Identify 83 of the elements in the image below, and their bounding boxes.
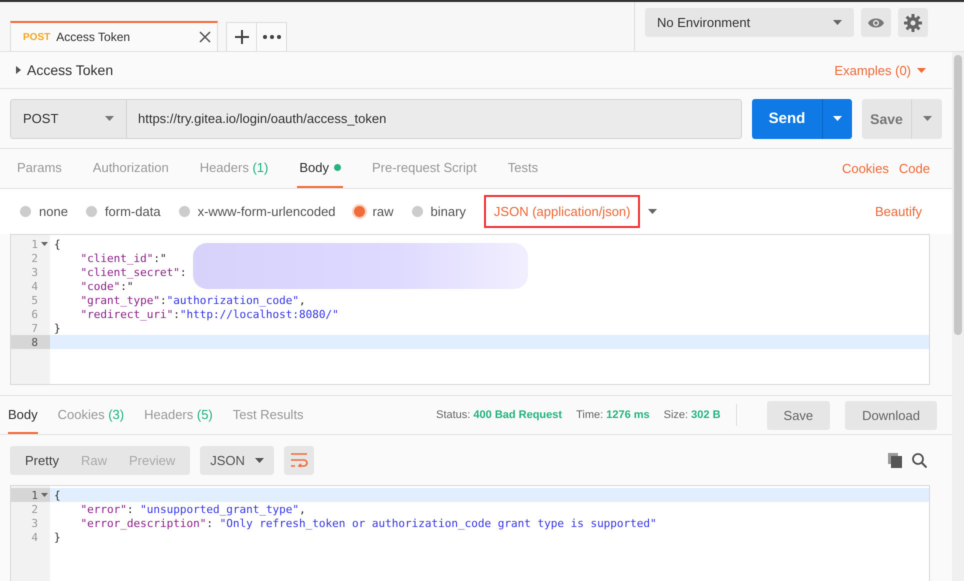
code-line: "error": "unsupported_grant_type", <box>79 502 306 516</box>
line-number: 2 <box>31 252 38 264</box>
code-line: "redirect_uri":"http://localhost:8080/" <box>79 308 339 320</box>
close-icon[interactable] <box>199 31 211 43</box>
wrap-button[interactable] <box>284 446 314 474</box>
save-button[interactable]: Save <box>862 98 912 138</box>
eye-button[interactable] <box>861 8 891 37</box>
code-line: { <box>53 488 61 502</box>
search-icon[interactable] <box>912 452 927 468</box>
response-stat: Time: 1276 ms <box>576 408 650 423</box>
code-line: "client_id":" <box>79 252 167 264</box>
line-number: 5 <box>31 294 38 306</box>
scroll-thumb[interactable] <box>954 55 962 335</box>
line-number: 4 <box>31 530 38 544</box>
body-mode-radio[interactable]: x-www-form-urlencoded <box>178 204 336 219</box>
request-tab[interactable]: POST Access Token <box>10 21 218 51</box>
fold-icon[interactable] <box>41 493 48 497</box>
line-number: 1 <box>31 238 38 250</box>
line-number: 3 <box>31 516 38 530</box>
body-mode-radio[interactable]: binary <box>412 204 466 219</box>
response-action-button[interactable]: Download <box>845 400 937 430</box>
body-mode-radio[interactable]: raw <box>354 204 394 219</box>
format-dropdown[interactable]: JSON <box>200 446 274 474</box>
caret-icon <box>922 116 932 121</box>
caret-icon <box>833 116 842 121</box>
response-stat: Size: 302 B <box>664 408 721 423</box>
method-label: POST <box>23 32 50 42</box>
code-line: } <box>53 322 61 334</box>
response-action-button[interactable]: Save <box>766 400 830 430</box>
line-number: 8 <box>31 336 38 348</box>
response-tab[interactable]: Body <box>8 396 38 434</box>
request-section-tab[interactable]: Headers (1) <box>198 149 270 188</box>
line-number: 1 <box>31 488 38 502</box>
header-link[interactable]: Cookies <box>842 149 889 188</box>
request-section-tab[interactable]: Authorization <box>90 149 171 188</box>
line-number: 2 <box>31 502 38 516</box>
caret-icon <box>105 116 114 121</box>
examples-link[interactable]: Examples (0) <box>834 62 911 78</box>
content-type-dropdown[interactable]: JSON (application/json) <box>484 195 640 228</box>
code-line: } <box>53 530 61 544</box>
caret-icon <box>917 68 926 72</box>
caret-icon <box>255 458 264 462</box>
scrollbar[interactable] <box>952 52 964 581</box>
response-tab[interactable]: Headers (5) <box>144 396 213 434</box>
view-mode-tab[interactable]: Pretty <box>14 446 70 474</box>
body-mode-radio[interactable]: form-data <box>86 204 161 219</box>
method-dropdown[interactable]: POST <box>10 98 126 138</box>
more-icon <box>262 35 280 39</box>
settings-icon <box>904 14 922 32</box>
environment-dropdown[interactable]: No Environment <box>645 8 854 37</box>
code-line: "grant_type":"authorization_code", <box>79 294 306 306</box>
response-tab[interactable]: Cookies (3) <box>58 396 124 434</box>
request-section-tab[interactable]: Params <box>15 149 64 188</box>
caret-icon <box>648 209 658 214</box>
code-line: "error_description": "Only refresh_token or authorization_code grant type is supported" <box>79 516 657 530</box>
beautify-link[interactable]: Beautify <box>875 204 922 219</box>
request-section-tab[interactable]: Pre-request Script <box>370 149 479 188</box>
eye-icon <box>867 16 885 28</box>
code-line: "code":" <box>79 280 134 292</box>
send-options-button[interactable] <box>823 98 852 138</box>
send-button[interactable]: Send <box>752 98 823 138</box>
url-field[interactable]: https://try.gitea.io/login/oauth/access_token <box>126 98 742 138</box>
line-number: 6 <box>31 308 38 320</box>
wrap-icon <box>290 453 308 467</box>
response-tab[interactable]: Test Results <box>232 396 304 434</box>
body-mode-radio[interactable]: none <box>20 204 68 219</box>
line-number: 4 <box>31 280 38 292</box>
tab-title: Access Token <box>56 30 132 44</box>
expand-icon[interactable] <box>16 66 21 74</box>
code-line: { <box>53 238 61 250</box>
code-line: "client_secret": <box>79 266 186 278</box>
settings-button[interactable] <box>898 8 928 37</box>
response-stat: Status: 400 Bad Request <box>436 408 562 423</box>
fold-icon[interactable] <box>41 242 48 246</box>
plus-icon <box>234 30 248 44</box>
copy-icon[interactable] <box>888 452 902 468</box>
line-number: 3 <box>31 266 38 278</box>
caret-icon <box>833 20 842 25</box>
code-editor[interactable]: 1 { 2 "client_id":" 3 "client_secret": 4 "code":" 5 "grant_type":"authorization_code", 6 "redirect_uri":"http://localhost:8080/" 7 } 8 <box>10 234 930 385</box>
request-name: Access Token <box>27 62 114 78</box>
header-link[interactable]: Code <box>898 149 930 188</box>
request-section-tab[interactable]: Tests <box>506 149 540 188</box>
line-number: 7 <box>31 322 38 334</box>
